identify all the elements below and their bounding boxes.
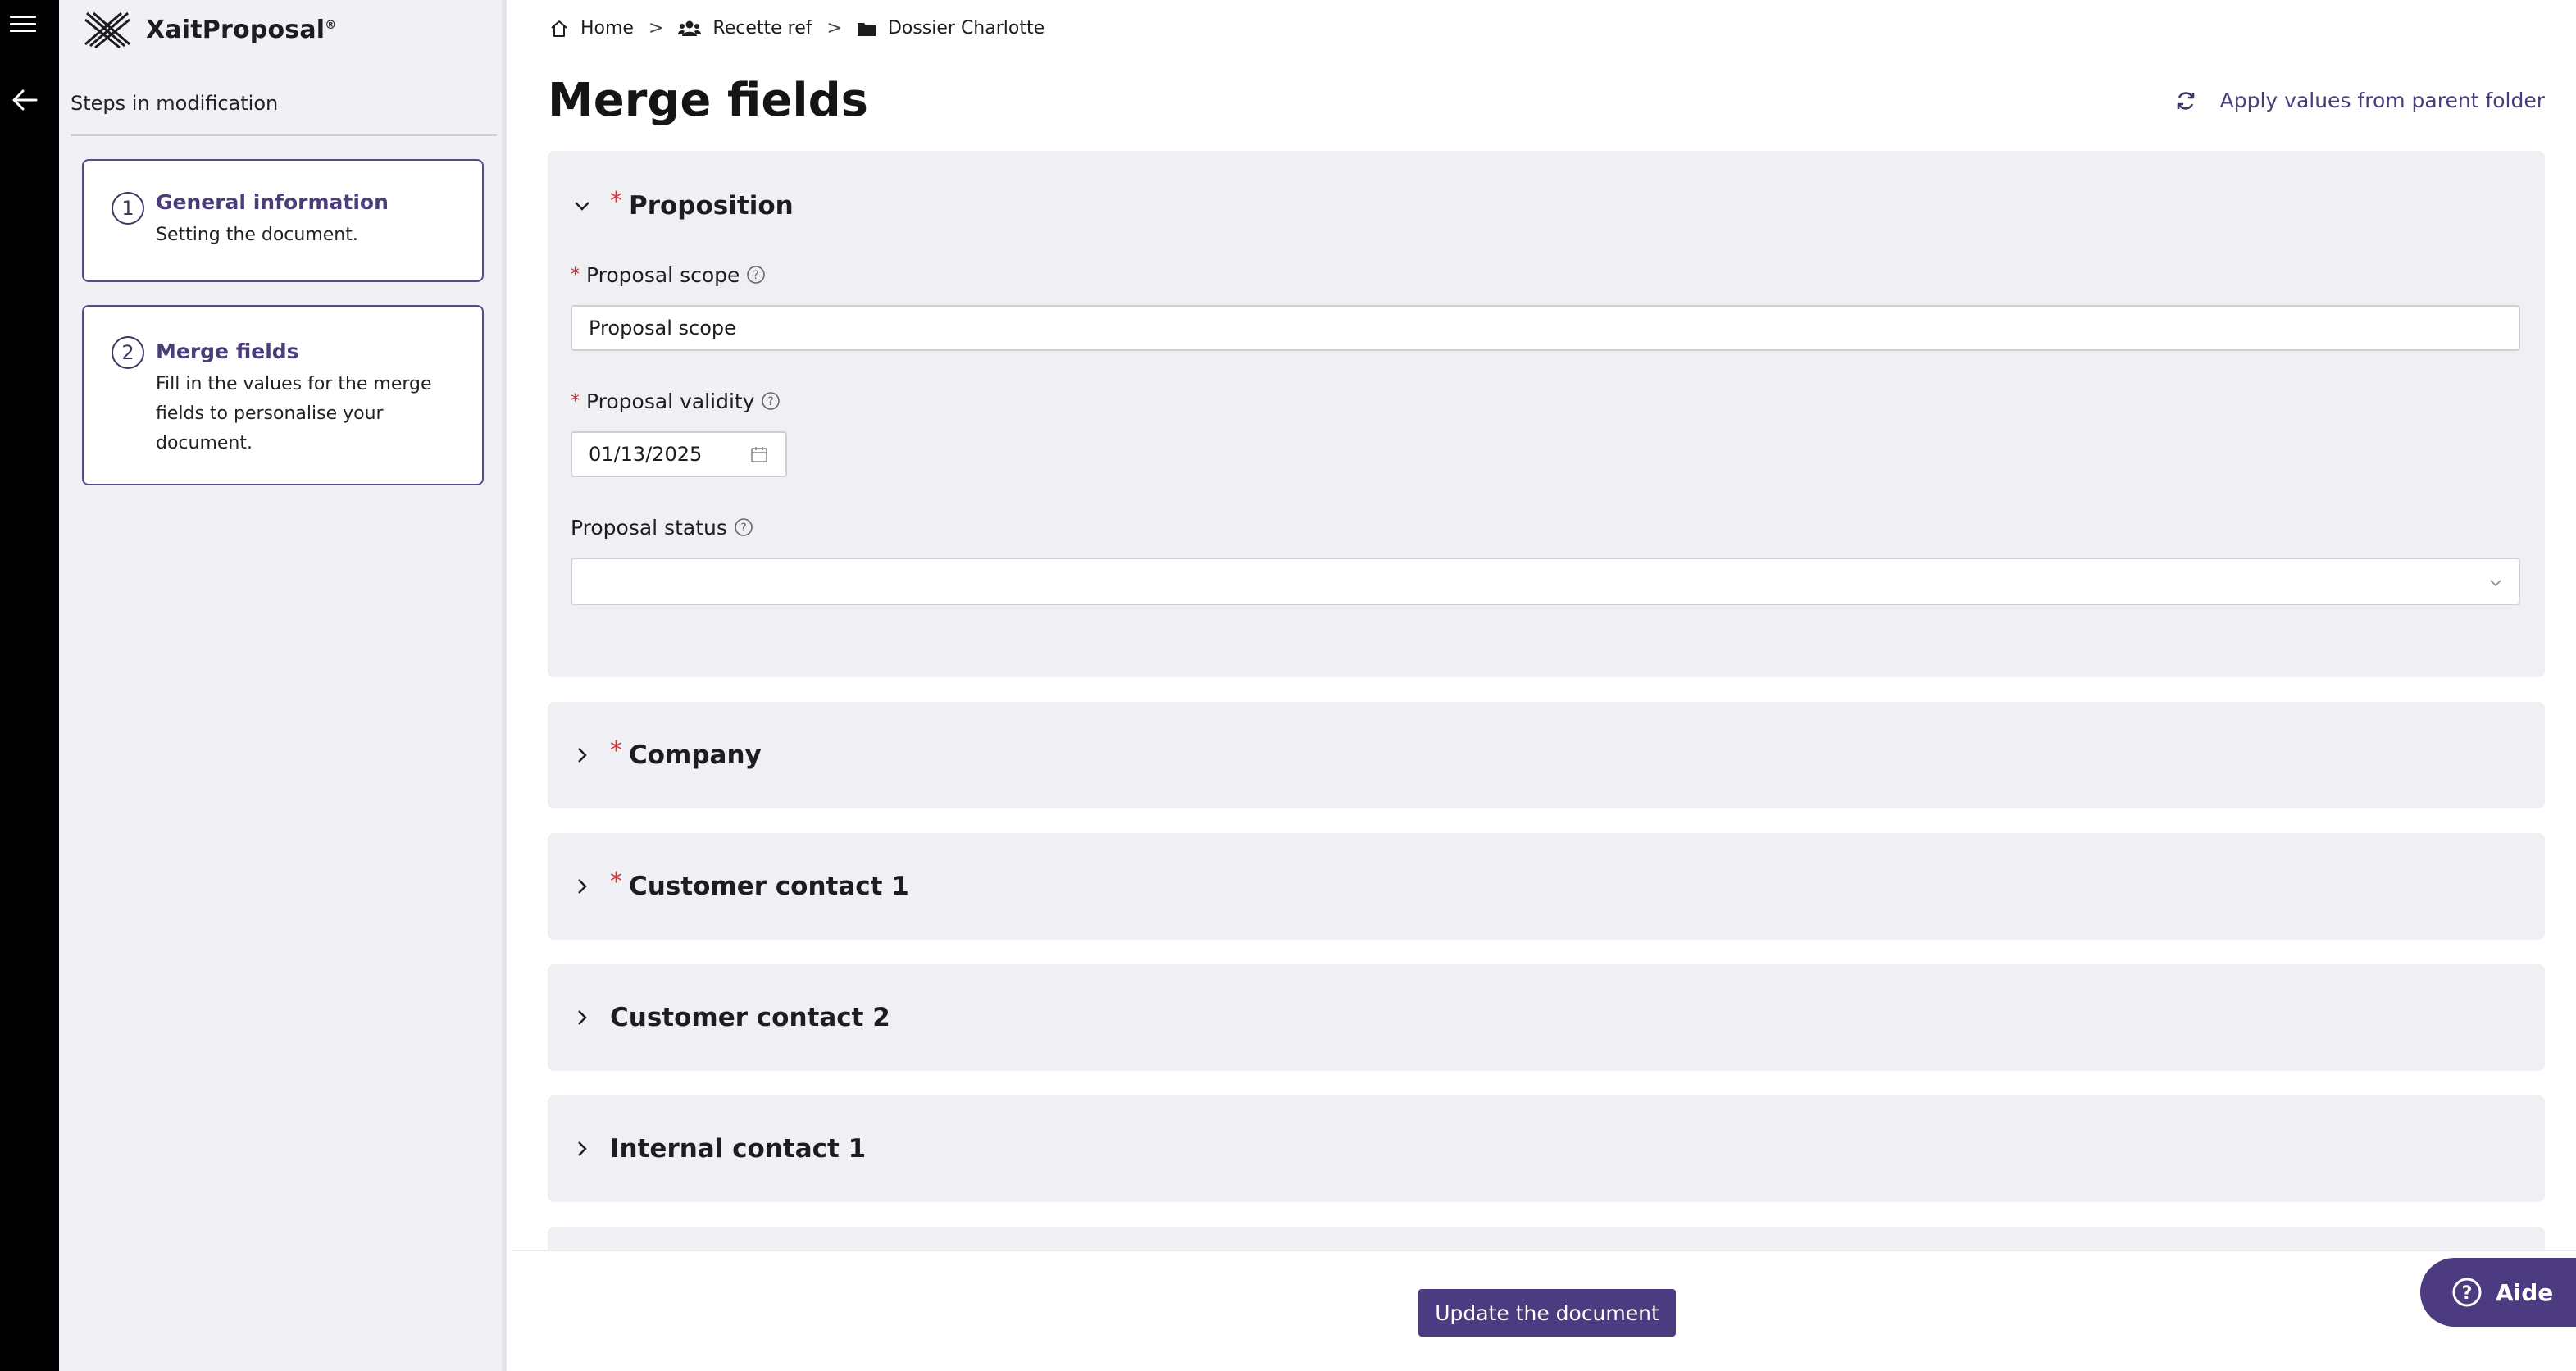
chevron-right-icon [578,1010,587,1025]
section-toggle-internal-contact-1[interactable]: Internal contact 1 [548,1095,2545,1202]
step-description: Fill in the values for the merge fields … [156,374,432,453]
hamburger-menu-icon[interactable] [10,11,36,36]
required-marker: * [610,186,622,216]
step-number: 2 [112,336,144,369]
breadcrumb-separator: > [648,18,664,39]
main-content: Home > Recette ref > Dossier Charlotte M… [512,0,2576,1371]
required-marker: * [571,264,580,285]
help-button[interactable]: ? Aide [2420,1258,2576,1327]
field-label: Proposal status ? [571,513,2522,541]
section-title: Proposition [629,191,794,221]
section-toggle-company[interactable]: * Company [548,702,2545,808]
breadcrumb: Home > Recette ref > Dossier Charlotte [549,18,1045,39]
date-value: 01/13/2025 [589,443,703,466]
chevron-right-icon [578,748,587,763]
proposal-validity-date-picker[interactable]: 01/13/2025 [571,431,787,477]
field-proposal-validity: * Proposal validity ? 01/13/2025 [548,387,2545,477]
section-toggle-proposition[interactable]: * Proposition [548,151,2545,261]
home-icon [551,20,567,37]
calendar-icon [751,447,767,462]
help-icon[interactable]: ? [761,391,781,411]
chevron-down-icon [575,202,589,211]
proposal-scope-input[interactable] [571,305,2520,351]
help-icon[interactable]: ? [746,265,766,285]
svg-text:?: ? [753,269,759,282]
breadcrumb-separator: > [826,18,842,39]
merge-field-sections[interactable]: * Proposition * Proposal scope ? * Propo… [548,151,2545,1250]
proposal-status-select[interactable] [571,558,2520,605]
xait-logo-icon [84,11,130,49]
required-marker: * [610,867,622,896]
field-proposal-status: Proposal status ? [548,513,2545,605]
footer-bar: Update the document [512,1250,2576,1371]
app-name: XaitProposal® [146,15,337,44]
section-customer-contact-1: * Customer contact 1 [548,833,2545,940]
page-title: Merge fields [548,74,868,127]
svg-text:?: ? [768,395,774,408]
section-customer-contact-2: Customer contact 2 [548,964,2545,1071]
chevron-down-icon [2490,580,2501,587]
help-icon[interactable]: ? [734,517,753,537]
field-label: * Proposal scope ? [571,261,2522,289]
field-proposal-scope: * Proposal scope ? [548,261,2545,351]
apply-parent-values-label: Apply values from parent folder [2219,89,2545,112]
divider [71,134,497,136]
step-title: Merge fields [156,339,299,363]
step-general-information[interactable]: 1 General information Setting the docume… [82,159,484,282]
update-document-button[interactable]: Update the document [1418,1289,1676,1337]
breadcrumb-dossier-charlotte[interactable]: Dossier Charlotte [857,18,1045,39]
back-arrow-icon[interactable] [8,84,41,116]
steps-heading: Steps in modification [71,92,279,115]
left-rail [0,0,59,1371]
required-marker: * [610,736,622,765]
section-title: Company [629,740,762,770]
chevron-right-icon [578,879,587,894]
breadcrumb-recette-ref[interactable]: Recette ref [678,18,812,39]
section-title: Customer contact 1 [629,872,909,901]
section-title: Customer contact 2 [610,1003,890,1032]
users-icon [678,20,702,36]
section-next-partial [548,1227,2545,1250]
required-marker: * [571,390,580,412]
svg-text:?: ? [740,522,746,535]
refresh-icon [2177,91,2194,110]
apply-parent-values-button[interactable]: Apply values from parent folder [2174,89,2545,112]
steps-sidebar: XaitProposal® Steps in modification 1 Ge… [59,0,507,1371]
step-title: General information [156,190,389,214]
breadcrumb-home[interactable]: Home [549,18,634,39]
app-logo: XaitProposal® [82,10,336,49]
help-button-label: Aide [2496,1278,2554,1306]
section-title: Internal contact 1 [610,1134,867,1164]
step-merge-fields[interactable]: 2 Merge fields Fill in the values for th… [82,305,484,485]
section-internal-contact-1: Internal contact 1 [548,1095,2545,1202]
section-company: * Company [548,702,2545,808]
step-number: 1 [112,192,144,225]
section-proposition: * Proposition * Proposal scope ? * Propo… [548,151,2545,677]
step-description: Setting the document. [156,225,358,245]
svg-text:?: ? [2462,1283,2473,1304]
section-toggle-customer-contact-2[interactable]: Customer contact 2 [548,964,2545,1071]
chevron-right-icon [578,1141,587,1156]
section-toggle-customer-contact-1[interactable]: * Customer contact 1 [548,833,2545,940]
folder-icon [857,22,876,36]
question-circle-icon: ? [2452,1278,2482,1307]
field-label: * Proposal validity ? [571,387,2522,415]
